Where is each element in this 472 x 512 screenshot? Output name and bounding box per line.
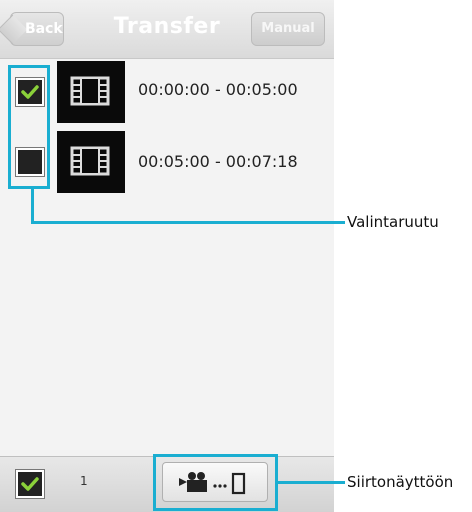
clip-time-range: 00:05:00 - 00:07:18 <box>138 152 298 171</box>
clip-thumbnail <box>57 61 125 123</box>
film-icon <box>70 76 110 106</box>
clip-row[interactable]: 00:05:00 - 00:07:18 <box>0 128 334 196</box>
checkbox-callout-label: Valintaruutu <box>347 213 439 231</box>
clip-time-range: 00:00:00 - 00:05:00 <box>138 80 298 99</box>
callout-line <box>31 221 345 224</box>
transfer-callout-label: Siirtonäyttöön <box>347 473 454 491</box>
select-all-checkbox[interactable] <box>15 469 45 499</box>
checkmark-icon <box>21 477 39 491</box>
phone-screen: Back Transfer Manual 00:00:00 - 00:05:00 <box>0 0 334 512</box>
transfer-button-highlight-box <box>153 454 278 511</box>
film-icon <box>70 146 110 176</box>
clip-thumbnail <box>57 131 125 193</box>
clip-row[interactable]: 00:00:00 - 00:05:00 <box>0 58 334 126</box>
callout-line <box>278 481 345 484</box>
header-bar: Back Transfer Manual <box>0 0 334 59</box>
selected-count: 1 <box>80 474 88 488</box>
manual-button[interactable]: Manual <box>251 12 325 46</box>
checkbox-highlight-box <box>8 65 50 189</box>
callout-line <box>31 189 34 223</box>
